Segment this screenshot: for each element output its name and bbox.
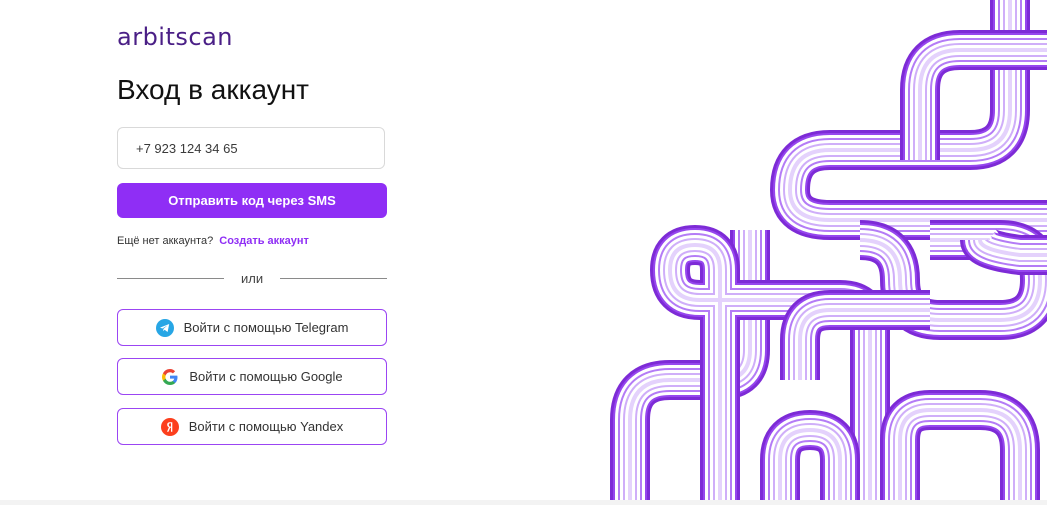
- yandex-login-label: Войти с помощью Yandex: [188, 419, 344, 434]
- phone-input[interactable]: [117, 127, 385, 169]
- google-icon: [162, 368, 178, 385]
- google-login-label: Войти с помощью Google: [189, 369, 343, 384]
- divider-left: [117, 278, 224, 279]
- send-sms-code-button[interactable]: Отправить код через SMS: [117, 183, 387, 218]
- brand-logo: arbitscan: [117, 23, 234, 51]
- signup-prompt: Ещё нет аккаунта? Создать аккаунт: [117, 235, 309, 247]
- create-account-link[interactable]: Создать аккаунт: [219, 235, 309, 247]
- google-login-button[interactable]: Войти с помощью Google: [117, 358, 387, 395]
- yandex-icon: [160, 417, 179, 436]
- bottom-bar: [0, 500, 1047, 505]
- decorative-pattern: [610, 0, 1047, 501]
- divider-text: или: [241, 271, 264, 286]
- no-account-text: Ещё нет аккаунта?: [117, 235, 214, 247]
- yandex-login-button[interactable]: Войти с помощью Yandex: [117, 408, 387, 445]
- page-title: Вход в аккаунт: [117, 74, 310, 105]
- telegram-login-label: Войти с помощью Telegram: [183, 320, 349, 335]
- telegram-icon: [155, 318, 174, 337]
- telegram-login-button[interactable]: Войти с помощью Telegram: [117, 309, 387, 346]
- divider-right: [280, 278, 387, 279]
